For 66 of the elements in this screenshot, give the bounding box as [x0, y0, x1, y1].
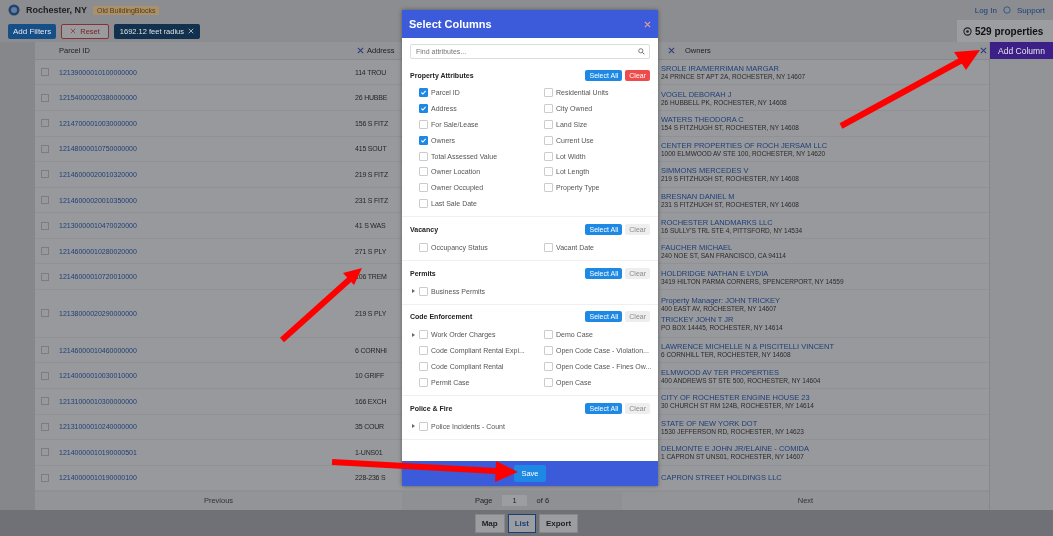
row-checkbox[interactable]: [41, 247, 49, 256]
row-checkbox[interactable]: [41, 221, 49, 230]
checkbox[interactable]: [419, 330, 428, 340]
dialog-title: Select Columns: [409, 18, 492, 30]
caret-icon[interactable]: [411, 289, 415, 294]
close-icon: [70, 28, 77, 34]
city-name: Rochester, NY: [26, 5, 88, 15]
checkbox[interactable]: [419, 167, 428, 177]
view-tab[interactable]: Export: [538, 513, 579, 533]
close-icon[interactable]: [644, 20, 651, 28]
checkbox[interactable]: [544, 151, 553, 161]
login-link[interactable]: Log In: [974, 5, 997, 15]
pin-icon: [963, 26, 972, 36]
checkbox[interactable]: [419, 346, 428, 356]
row-checkbox[interactable]: [41, 119, 49, 128]
checkbox[interactable]: [544, 361, 553, 371]
seal-icon: [8, 4, 20, 16]
checkbox[interactable]: [544, 330, 553, 340]
view-tab[interactable]: Map: [474, 513, 505, 533]
row-checkbox[interactable]: [41, 371, 49, 380]
close-icon[interactable]: [980, 46, 987, 54]
row-checkbox[interactable]: [41, 309, 49, 318]
property-count: 529 properties: [975, 25, 1044, 37]
checkbox[interactable]: [419, 183, 428, 193]
checkbox[interactable]: [419, 361, 428, 371]
row-checkbox[interactable]: [41, 397, 49, 406]
checkbox[interactable]: [419, 198, 428, 208]
row-checkbox[interactable]: [41, 272, 49, 281]
checkbox[interactable]: [419, 104, 428, 114]
checkbox[interactable]: [544, 104, 553, 114]
checkbox[interactable]: [544, 120, 553, 129]
row-checkbox[interactable]: [41, 144, 49, 153]
checkbox[interactable]: [419, 120, 428, 129]
row-checkbox[interactable]: [41, 170, 49, 179]
search-icon: [638, 48, 645, 55]
row-checkbox[interactable]: [41, 473, 49, 482]
checkbox[interactable]: [419, 242, 428, 252]
checkbox[interactable]: [419, 135, 428, 145]
checkbox[interactable]: [544, 135, 553, 145]
caret-icon[interactable]: [411, 332, 415, 337]
help-icon: [1002, 6, 1011, 14]
row-checkbox[interactable]: [41, 448, 49, 457]
checkbox[interactable]: [544, 346, 553, 356]
checkbox[interactable]: [544, 377, 553, 387]
row-checkbox[interactable]: [41, 196, 49, 204]
close-icon[interactable]: [357, 46, 364, 54]
add-column-button[interactable]: Add Column: [990, 42, 1053, 59]
checkbox[interactable]: [419, 151, 428, 161]
checkbox[interactable]: [544, 183, 553, 193]
checkbox[interactable]: [544, 167, 553, 177]
row-checkbox[interactable]: [41, 68, 49, 77]
close-icon: [188, 28, 195, 34]
checkbox[interactable]: [419, 377, 428, 387]
view-tab[interactable]: List: [507, 513, 536, 533]
checkbox[interactable]: [419, 421, 428, 431]
add-filters-button[interactable]: Add Filters: [8, 23, 57, 39]
support-link[interactable]: Support: [1016, 5, 1045, 15]
row-checkbox[interactable]: [41, 346, 49, 355]
checkbox[interactable]: [419, 88, 428, 98]
checkbox[interactable]: [544, 242, 553, 252]
checkbox[interactable]: [544, 88, 553, 98]
row-checkbox[interactable]: [41, 422, 49, 431]
checkbox[interactable]: [419, 286, 428, 296]
row-checkbox[interactable]: [41, 93, 49, 102]
close-icon[interactable]: [668, 46, 675, 54]
caret-icon[interactable]: [411, 424, 415, 429]
